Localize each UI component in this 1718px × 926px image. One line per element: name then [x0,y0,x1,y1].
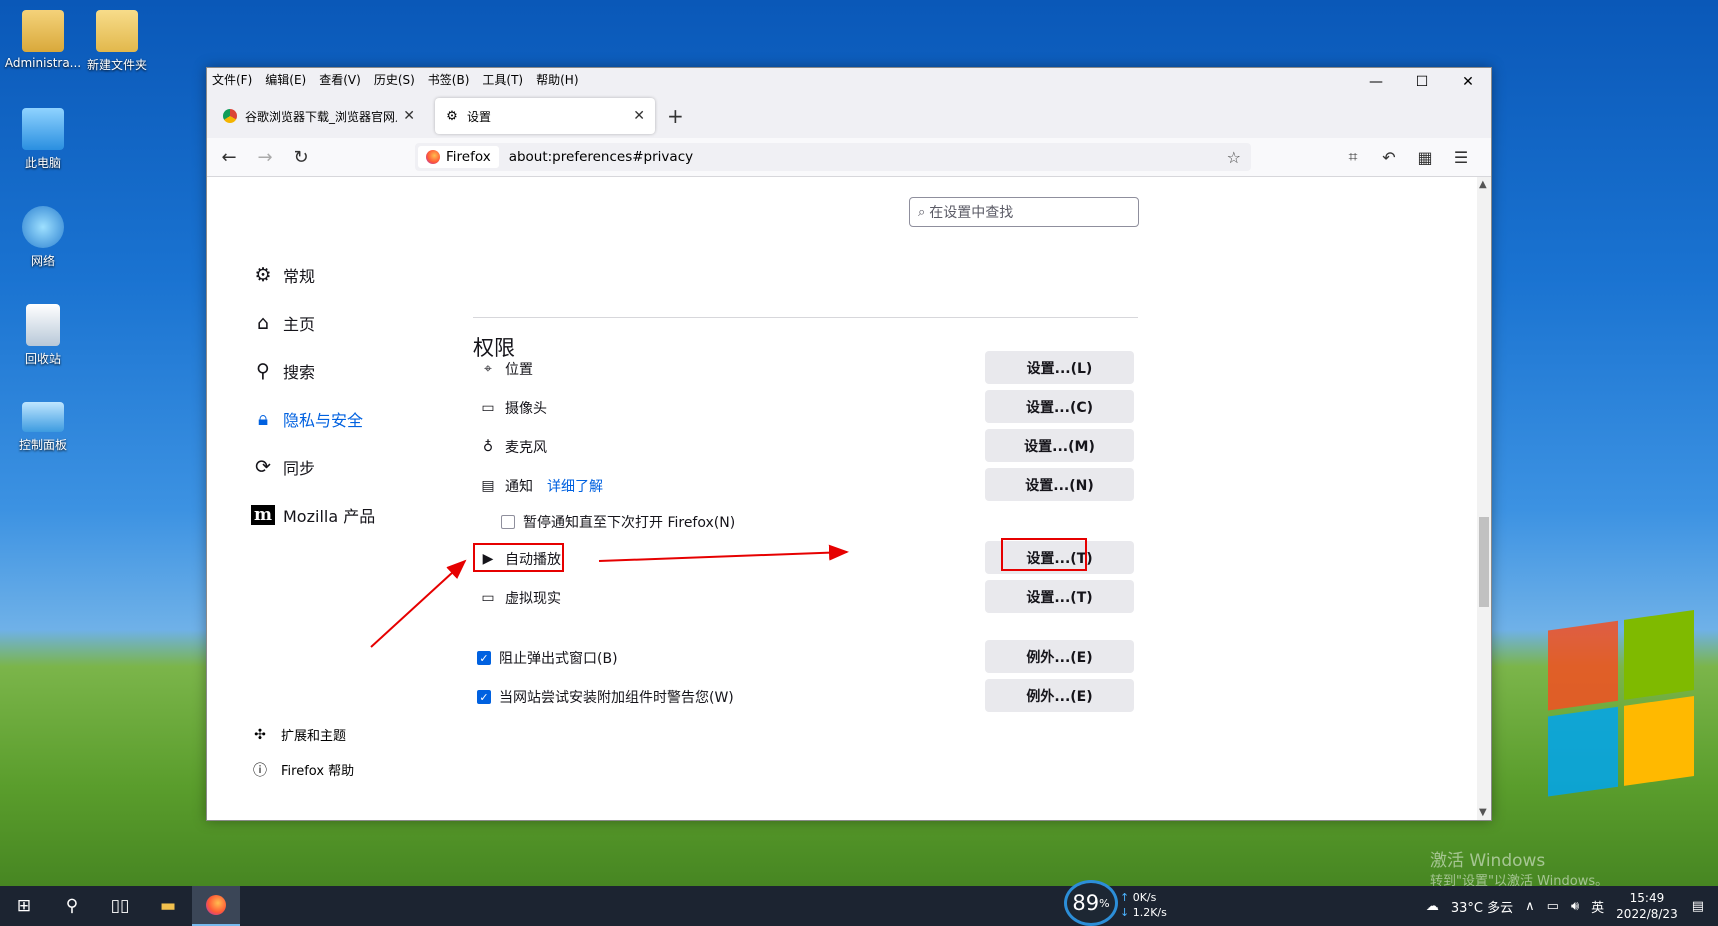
tab-label: 谷歌浏览器下载_浏览器官网入口 [245,109,397,124]
clock[interactable]: 15:49 2022/8/23 [1616,890,1678,922]
navigation-toolbar: ← → ↻ Firefox about:preferences#privacy … [207,138,1491,177]
bookmark-star-icon[interactable]: ☆ [1227,148,1241,167]
network-globe-icon [22,206,64,248]
meter-unit: % [1099,896,1110,910]
computer-icon [22,108,64,150]
weather-text[interactable]: 33°C 多云 [1451,897,1513,916]
scroll-up-icon[interactable]: ▲ [1479,179,1487,190]
tab-close-icon[interactable]: ✕ [633,108,645,124]
firefox-window: 文件(F) 编辑(E) 查看(V) 历史(S) 书签(B) 工具(T) 帮助(H… [206,67,1492,821]
tab-label: 设置 [467,109,492,124]
desktop-icon-recycle-bin[interactable]: 回收站 [0,304,86,367]
gear-icon: ⚙ [446,108,458,124]
search-icon[interactable]: ⚲ [48,886,96,926]
tab-close-icon[interactable]: ✕ [403,108,415,124]
upload-arrow-icon: ↑ [1120,891,1130,904]
settings-page: ⌕ 在设置中查找 ⚙ 常规 ⌂ 主页 ⚲ 搜索 🔒︎ 隐私与安全 ⟳ 同步 m … [207,177,1491,820]
desktop-icon-label: 控制面板 [18,438,67,452]
back-icon[interactable]: ← [211,147,247,168]
desktop-icon-network[interactable]: 网络 [0,206,86,269]
control-panel-icon [22,402,64,432]
identity-box[interactable]: Firefox [418,146,499,168]
url-text[interactable]: about:preferences#privacy [509,149,693,165]
desktop-icon-control-panel[interactable]: 控制面板 [0,402,86,453]
desktop-icon-label: 新建文件夹 [86,58,147,72]
url-bar[interactable]: Firefox about:preferences#privacy ☆ [415,143,1251,171]
forward-icon[interactable]: → [247,147,283,168]
network-speed: ↑ 0K/s ↓ 1.2K/s [1120,890,1167,920]
hamburger-menu-icon[interactable]: ☰ [1443,148,1479,167]
desktop-icon-label: 回收站 [24,352,61,366]
extensions-grid-icon[interactable]: ▦ [1407,148,1443,167]
tab-bar: 谷歌浏览器下载_浏览器官网入口 ✕ ⚙ 设置 ✕ + [207,90,1491,138]
desktop-icon-this-pc[interactable]: 此电脑 [0,108,86,171]
screenshot-crop-icon[interactable]: ⌗ [1335,147,1371,167]
download-speed: 1.2K/s [1132,906,1167,919]
menu-bookmarks[interactable]: 书签(B) [428,71,470,88]
menu-view[interactable]: 查看(V) [319,71,361,88]
user-folder-icon [22,10,64,52]
cpu-meter-widget[interactable]: 89% [1064,880,1118,926]
weather-cloud-icon[interactable]: ☁ [1426,899,1439,914]
folder-icon [96,10,138,52]
windows-flag-logo [1548,609,1698,800]
identity-label: Firefox [446,149,491,165]
upload-speed: 0K/s [1132,891,1157,904]
clock-date: 2022/8/23 [1616,907,1678,921]
scroll-down-icon[interactable]: ▼ [1479,807,1487,818]
menu-edit[interactable]: 编辑(E) [265,71,306,88]
desktop-icon-label: 此电脑 [24,156,61,170]
tab-chrome-download[interactable]: 谷歌浏览器下载_浏览器官网入口 ✕ [213,98,425,134]
menu-bar: 文件(F) 编辑(E) 查看(V) 历史(S) 书签(B) 工具(T) 帮助(H… [207,68,1491,90]
annotation-arrow-diagonal [370,559,467,648]
start-windows-icon[interactable]: ⊞ [0,886,48,926]
annotation-arrows [370,544,849,648]
network-icon[interactable]: ▭ [1547,899,1559,914]
system-tray: ☁ 33°C 多云 ∧ ▭ 🔊︎ 英 15:49 2022/8/23 ▤ [1426,886,1718,926]
tray-expand-icon[interactable]: ∧ [1525,899,1535,914]
chrome-icon [223,109,237,123]
volume-icon[interactable]: 🔊︎ [1571,899,1579,914]
menu-tools[interactable]: 工具(T) [482,71,523,88]
ime-indicator[interactable]: 英 [1591,897,1604,916]
firefox-taskbar-icon[interactable] [192,886,240,926]
annotation-arrow-horizontal [598,544,849,562]
action-center-icon[interactable]: ▤ [1692,899,1704,914]
desktop-icon-new-folder[interactable]: 新建文件夹 [74,10,160,73]
undo-icon[interactable]: ↶ [1371,148,1407,167]
clock-time: 15:49 [1629,891,1665,905]
desktop-icon-label: 网络 [30,254,55,268]
file-explorer-icon[interactable]: ▬ [144,886,192,926]
menu-help[interactable]: 帮助(H) [536,71,578,88]
vertical-scrollbar[interactable]: ▲ ▼ [1477,177,1491,820]
toolbar-buttons: ⌗ ↶ ▦ ☰ [1335,138,1479,176]
tab-settings[interactable]: ⚙ 设置 ✕ [435,98,655,134]
reload-icon[interactable]: ↻ [283,147,319,168]
menu-history[interactable]: 历史(S) [374,71,415,88]
download-arrow-icon: ↓ [1120,906,1130,919]
meter-value: 89 [1072,891,1100,915]
new-tab-button[interactable]: + [667,104,684,128]
firefox-logo-icon [426,150,440,164]
recycle-bin-icon [26,304,60,346]
task-view-icon[interactable]: ▯▯ [96,886,144,926]
scrollbar-thumb[interactable] [1479,517,1489,607]
menu-file[interactable]: 文件(F) [212,71,252,88]
